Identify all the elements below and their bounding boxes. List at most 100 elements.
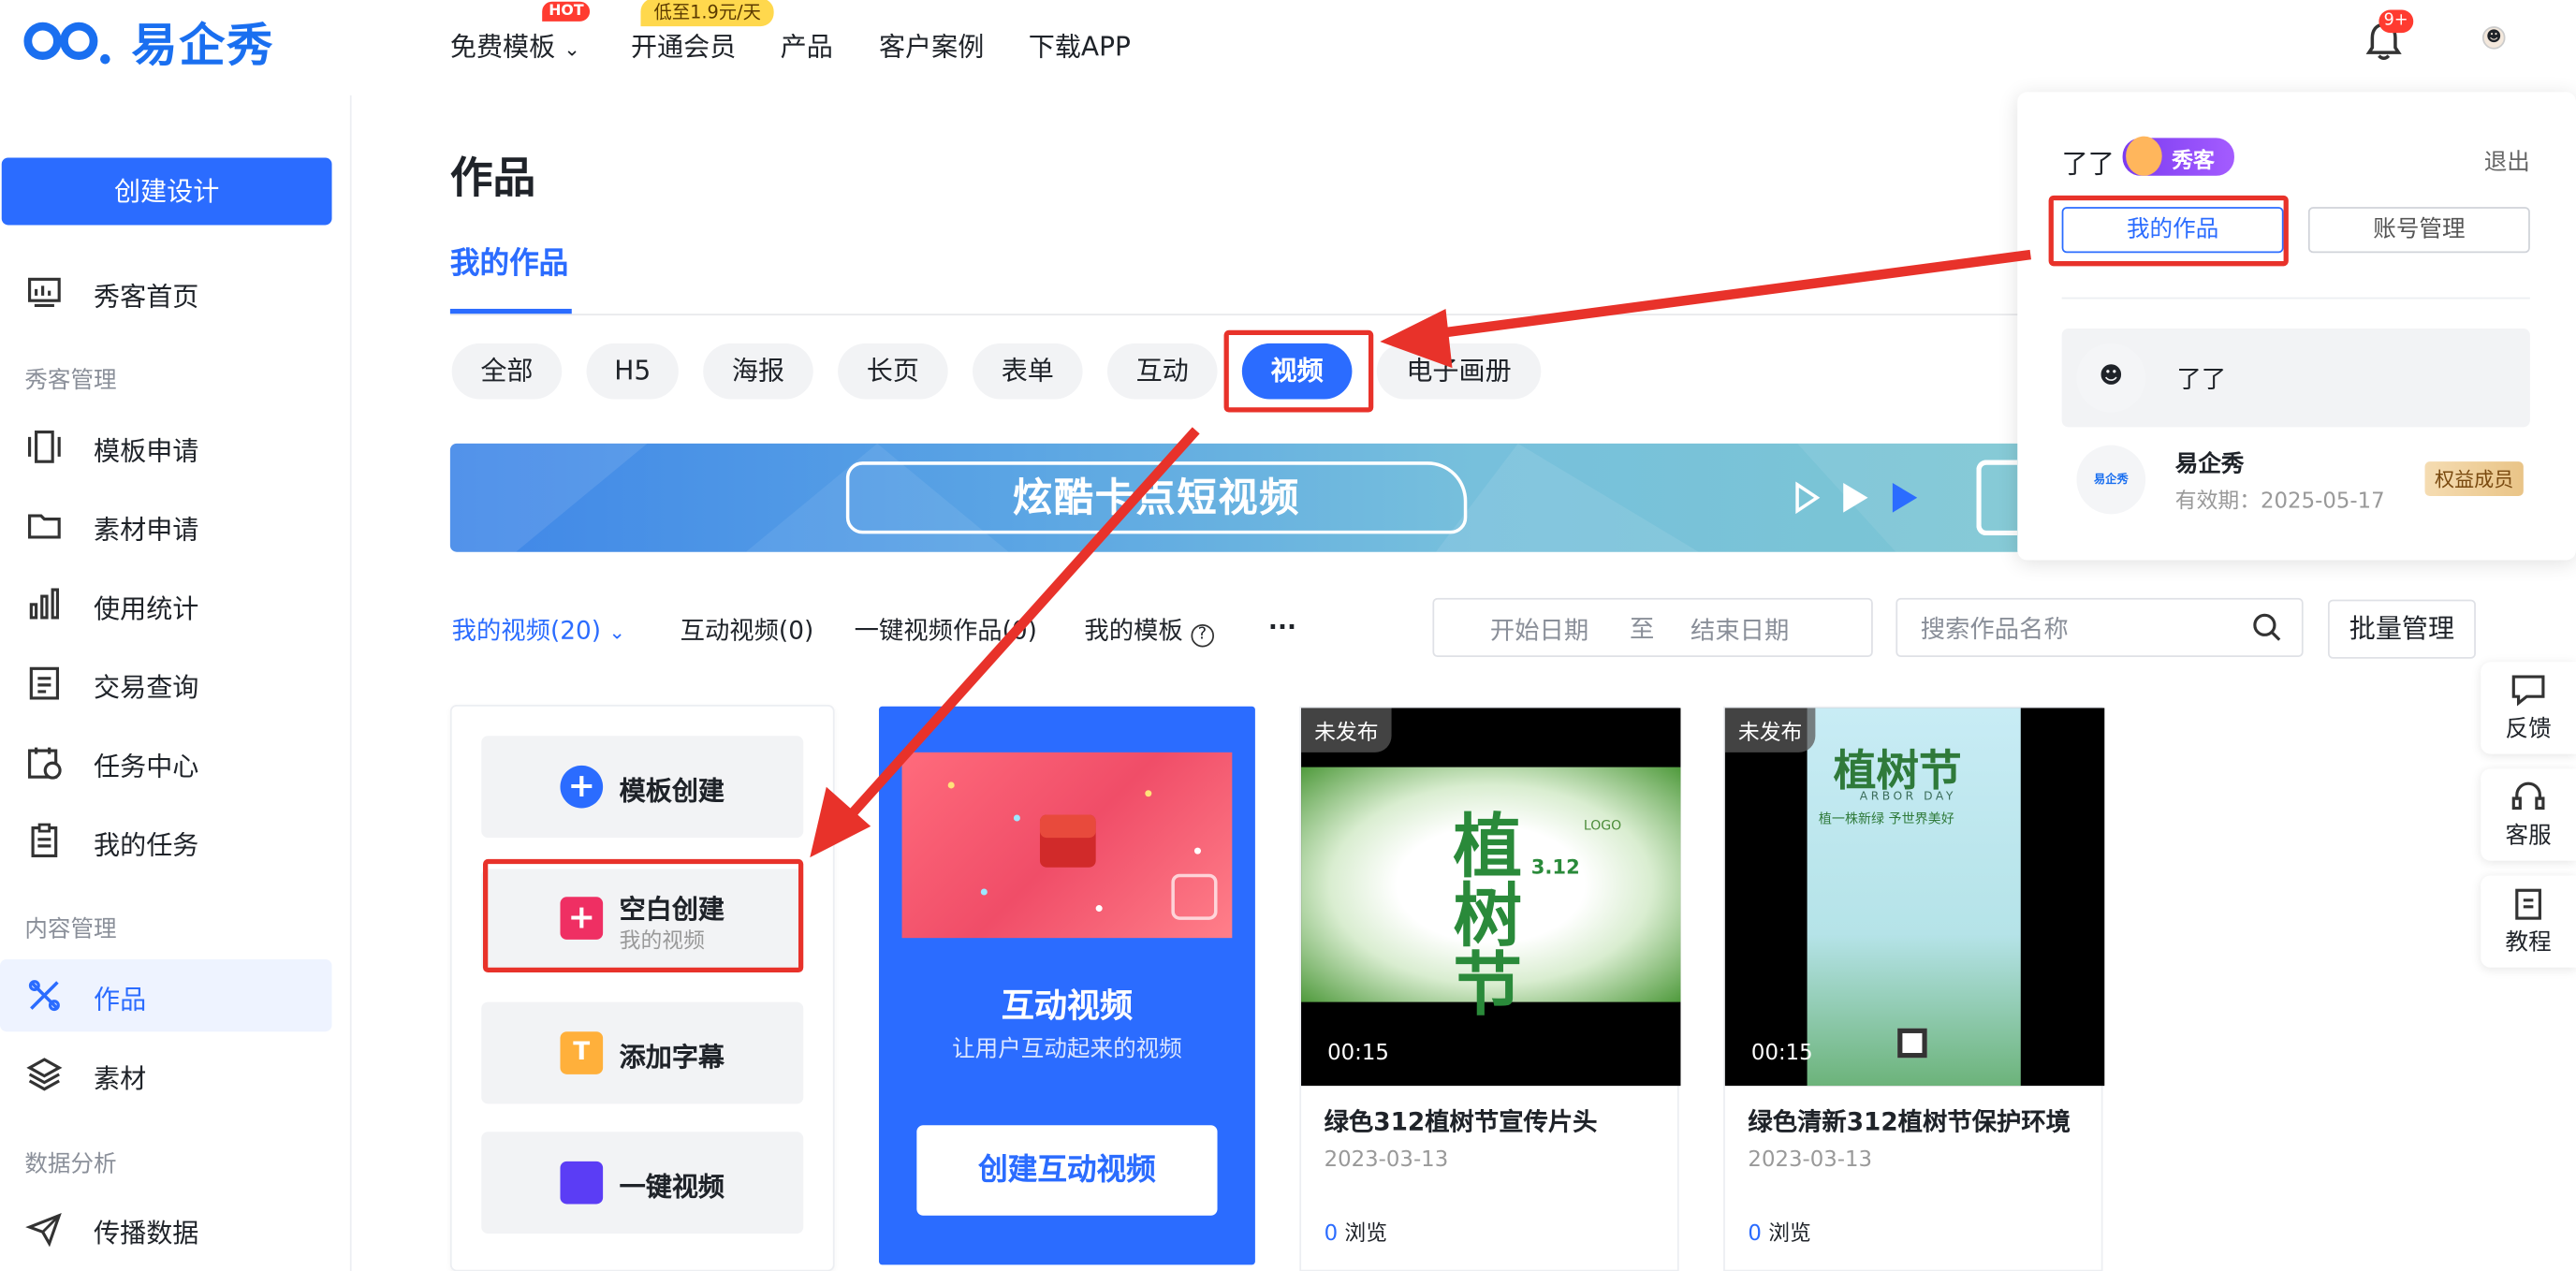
plus-circle-icon: + [560, 765, 604, 809]
subtitle-icon: T [560, 1031, 604, 1074]
xiuke-badge: 秀客 [2122, 136, 2234, 176]
filter-chip-all[interactable]: 全部 [451, 343, 563, 400]
sidebar-item-materials[interactable]: 素材 [0, 1038, 332, 1110]
sidebar-item-template-apply[interactable]: 模板申请 [0, 411, 332, 483]
thumb-logo: LOGO [1583, 818, 1622, 833]
tab-divider [449, 314, 2027, 315]
thumb-en: ARBOR DAY [1859, 790, 1956, 804]
video-duration: 00:15 [1327, 1041, 1389, 1067]
video-duration: 00:15 [1750, 1041, 1813, 1067]
thumb-date: 3.12 [1530, 855, 1580, 879]
interactive-video-subtitle: 让用户互动起来的视频 [952, 1036, 1182, 1063]
add-subtitle-button[interactable]: T 添加字幕 [481, 1001, 804, 1104]
end-date-input[interactable]: 结束日期 [1690, 613, 1789, 648]
account-name: 了了 [2176, 364, 2227, 395]
document-icon [29, 666, 60, 700]
interactive-video-thumbnail [901, 752, 1233, 939]
sidebar-item-works[interactable]: 作品 [0, 958, 332, 1032]
member-price-badge: 低至1.9元/天 [640, 0, 775, 27]
date-range-picker[interactable]: 开始日期 至 结束日期 [1432, 597, 1873, 658]
video-card[interactable]: 植树节 ARBOR DAY 植一株新绿 予世界美好 未发布 00:15 绿色清新… [1723, 706, 2105, 1271]
search-placeholder: 搜索作品名称 [1920, 614, 2069, 644]
divider [2061, 297, 2530, 299]
sidebar-item-label: 任务中心 [94, 751, 199, 782]
sidebar-item-my-tasks[interactable]: 我的任务 [0, 805, 332, 877]
nav-free-templates[interactable]: 免费模板 ⌄ [450, 24, 580, 64]
create-option-label: 一键视频 [619, 1171, 725, 1203]
filter-chip-form[interactable]: 表单 [973, 343, 1083, 400]
sidebar-item-label: 我的任务 [94, 829, 199, 861]
works-icon [28, 980, 60, 1012]
account-avatar: 易企秀 [2076, 445, 2146, 515]
search-input[interactable]: 搜索作品名称 [1895, 597, 2304, 658]
tutorial-button[interactable]: 教程 [2481, 875, 2576, 968]
sidebar-item-label: 交易查询 [94, 671, 199, 704]
create-design-button[interactable]: 创建设计 [1, 157, 332, 226]
logout-link[interactable]: 退出 [2484, 144, 2530, 177]
filter-chip-interactive[interactable]: 互动 [1106, 343, 1218, 400]
filter-chip-h5[interactable]: H5 [586, 343, 679, 400]
dropdown-username: 了了 [2061, 147, 2115, 180]
my-videos-dropdown[interactable]: 我的视频(20) ⌄ [452, 613, 625, 648]
video-thumbnail[interactable]: 植树节 ARBOR DAY 植一株新绿 予世界美好 未发布 00:15 [1724, 708, 2105, 1087]
sidebar-item-task-center[interactable]: 任务中心 [0, 726, 332, 798]
tab-my-works[interactable]: 我的作品 [450, 240, 568, 283]
sidebar-item-home[interactable]: 秀客首页 [0, 256, 332, 329]
filter-oneclick-videos[interactable]: 一键视频作品(0) [855, 613, 1037, 648]
search-icon[interactable] [2252, 613, 2282, 643]
sidebar-item-usage-stats[interactable]: 使用统计 [0, 568, 332, 640]
feedback-button[interactable]: 反馈 [2481, 662, 2576, 754]
sidebar-item-propagation-data[interactable]: 传播数据 [0, 1192, 332, 1264]
oneclick-video-button[interactable]: 一键视频 [481, 1132, 804, 1234]
sidebar-item-label: 素材申请 [94, 514, 199, 546]
brand-name[interactable]: 易企秀 [131, 10, 274, 76]
video-date: 2023-03-13 [1748, 1147, 1873, 1174]
tutorial-icon [2515, 888, 2541, 920]
account-management-button[interactable]: 账号管理 [2307, 207, 2530, 254]
account-name: 易企秀 [2174, 451, 2245, 478]
user-avatar[interactable]: ☻ [2481, 26, 2506, 50]
nav-products[interactable]: 产品 [781, 24, 833, 64]
template-create-button[interactable]: + 模板创建 [481, 736, 804, 839]
batch-manage-button[interactable]: 批量管理 [2327, 599, 2476, 659]
video-card[interactable]: 植树节 3.12 LOGO 未发布 00:15 绿色312植树节宣传片头 202… [1299, 706, 1681, 1271]
sidebar-item-material-apply[interactable]: 素材申请 [0, 489, 332, 562]
emoji-avatar-icon [2126, 136, 2162, 176]
filter-chip-ebook[interactable]: 电子画册 [1376, 343, 1542, 400]
create-interactive-video-button[interactable]: 创建互动视频 [916, 1125, 1218, 1216]
create-option-label: 模板创建 [619, 775, 725, 807]
start-date-input[interactable]: 开始日期 [1490, 613, 1588, 648]
video-title[interactable]: 绿色清新312植树节保护环境 [1748, 1103, 2071, 1138]
sidebar-group-label: 内容管理 [24, 916, 117, 943]
more-options-icon[interactable]: ··· [1268, 613, 1296, 643]
bar-chart-icon [29, 588, 60, 620]
logo-icon[interactable] [23, 17, 122, 66]
customer-service-button[interactable]: 客服 [2481, 768, 2576, 861]
nav-membership[interactable]: 开通会员 [631, 24, 736, 64]
sidebar-item-label: 作品 [94, 984, 147, 1015]
status-badge: 未发布 [1301, 708, 1392, 752]
filter-interactive-videos[interactable]: 互动视频(0) [681, 613, 814, 648]
filter-chip-longpage[interactable]: 长页 [838, 343, 948, 400]
filter-my-templates[interactable]: 我的模板 ? [1084, 613, 1214, 648]
help-circle-icon[interactable]: ? [1191, 623, 1214, 648]
status-badge: 未发布 [1724, 708, 1816, 752]
layers-icon [26, 1058, 63, 1091]
video-thumbnail[interactable]: 植树节 3.12 LOGO 未发布 00:15 [1301, 708, 1681, 1087]
play-outline-icon [1795, 481, 1821, 515]
interactive-video-title: 互动视频 [1001, 986, 1134, 1026]
filter-chip-poster[interactable]: 海报 [703, 343, 813, 400]
video-title[interactable]: 绿色312植树节宣传片头 [1325, 1103, 1598, 1138]
headset-icon [2511, 782, 2545, 811]
chevron-down-icon: ⌄ [564, 37, 580, 61]
nav-download-app[interactable]: 下载APP [1029, 24, 1131, 64]
nav-cases[interactable]: 客户案例 [879, 24, 984, 64]
video-date: 2023-03-13 [1324, 1147, 1449, 1174]
account-item[interactable]: ☻ 了了 [2061, 329, 2530, 428]
thumb-subtitle: 植一株新绿 予世界美好 [1818, 811, 1954, 826]
play-icon [1843, 482, 1868, 513]
thumb-title: 植树节 [1442, 810, 1523, 1017]
sidebar-item-label: 秀客首页 [94, 281, 199, 313]
tab-active-indicator [449, 308, 572, 314]
sidebar-item-transactions[interactable]: 交易查询 [0, 648, 332, 720]
